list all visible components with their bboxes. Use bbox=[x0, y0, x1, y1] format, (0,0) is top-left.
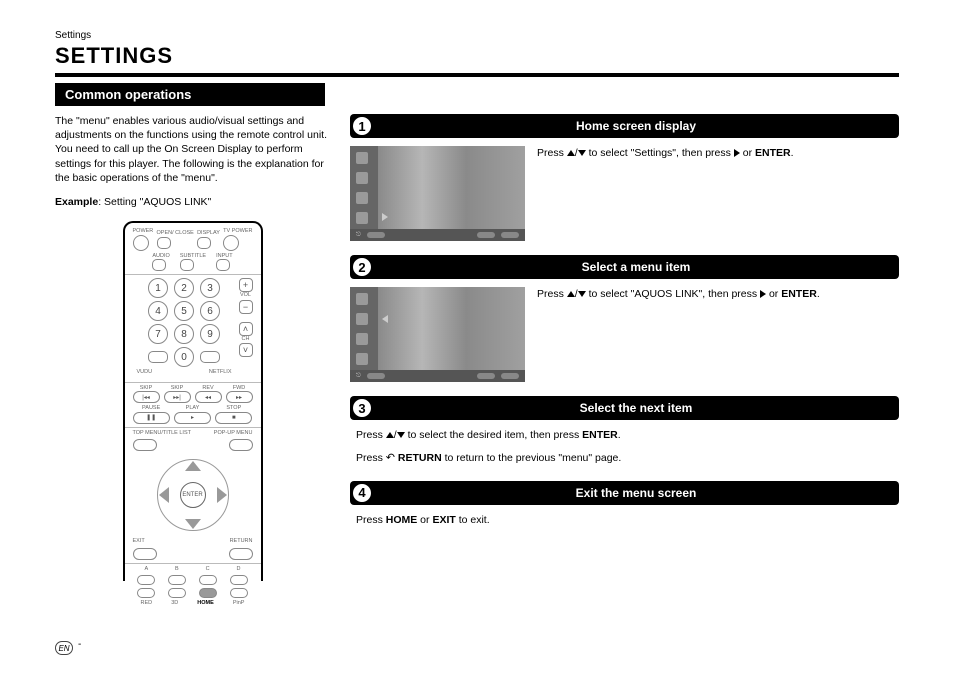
return-icon: ↶ bbox=[386, 450, 395, 467]
step-3-title: Select the next item bbox=[383, 401, 889, 415]
example-line: Example: Setting "AQUOS LINK" bbox=[55, 195, 330, 209]
right-column: 1 Home screen display ⎋ Press / to selec… bbox=[350, 114, 899, 581]
section-heading: Common operations bbox=[55, 83, 325, 106]
step-3-number: 3 bbox=[351, 397, 373, 419]
step-2-title: Select a menu item bbox=[383, 260, 889, 274]
step-4-bar: 4 Exit the menu screen bbox=[350, 481, 899, 505]
example-label: Example bbox=[55, 196, 98, 208]
footer-language-badge: EN bbox=[55, 641, 73, 655]
up-arrow-icon bbox=[567, 291, 575, 297]
step-1: 1 Home screen display ⎋ Press / to selec… bbox=[350, 114, 899, 241]
remote-illustration: POWER OPEN/ CLOSE DISPLAY TV POWER AUDIO… bbox=[123, 221, 263, 581]
step-4-number: 4 bbox=[351, 482, 373, 504]
up-arrow-icon bbox=[386, 432, 394, 438]
step-3-text: Press / to select the desired item, then… bbox=[350, 428, 899, 467]
left-column: The "menu" enables various audio/visual … bbox=[55, 114, 330, 581]
title-rule bbox=[55, 73, 899, 77]
step-1-number: 1 bbox=[351, 115, 373, 137]
footer-page-dash: - bbox=[78, 639, 81, 650]
step-2-number: 2 bbox=[351, 256, 373, 278]
step-3: 3 Select the next item Press / to select… bbox=[350, 396, 899, 467]
step-1-text: Press / to select "Settings", then press… bbox=[537, 146, 794, 162]
step-1-title: Home screen display bbox=[383, 119, 889, 133]
down-arrow-icon bbox=[578, 291, 586, 297]
step-4-text: Press HOME or EXIT to exit. bbox=[350, 513, 899, 529]
breadcrumb: Settings bbox=[55, 30, 899, 41]
page-title: SETTINGS bbox=[55, 43, 899, 69]
dpad: ENTER bbox=[153, 455, 233, 535]
down-arrow-icon bbox=[578, 150, 586, 156]
step-1-bar: 1 Home screen display bbox=[350, 114, 899, 138]
intro-text: The "menu" enables various audio/visual … bbox=[55, 114, 330, 185]
step-3-bar: 3 Select the next item bbox=[350, 396, 899, 420]
example-value: : Setting "AQUOS LINK" bbox=[98, 196, 211, 208]
step-2: 2 Select a menu item ⎋ Press / to select… bbox=[350, 255, 899, 382]
step-4: 4 Exit the menu screen Press HOME or EXI… bbox=[350, 481, 899, 529]
step-1-screenshot: ⎋ bbox=[350, 146, 525, 241]
step-2-bar: 2 Select a menu item bbox=[350, 255, 899, 279]
up-arrow-icon bbox=[567, 150, 575, 156]
step-4-title: Exit the menu screen bbox=[383, 486, 889, 500]
down-arrow-icon bbox=[397, 432, 405, 438]
step-2-screenshot: ⎋ bbox=[350, 287, 525, 382]
step-2-text: Press / to select "AQUOS LINK", then pre… bbox=[537, 287, 820, 303]
